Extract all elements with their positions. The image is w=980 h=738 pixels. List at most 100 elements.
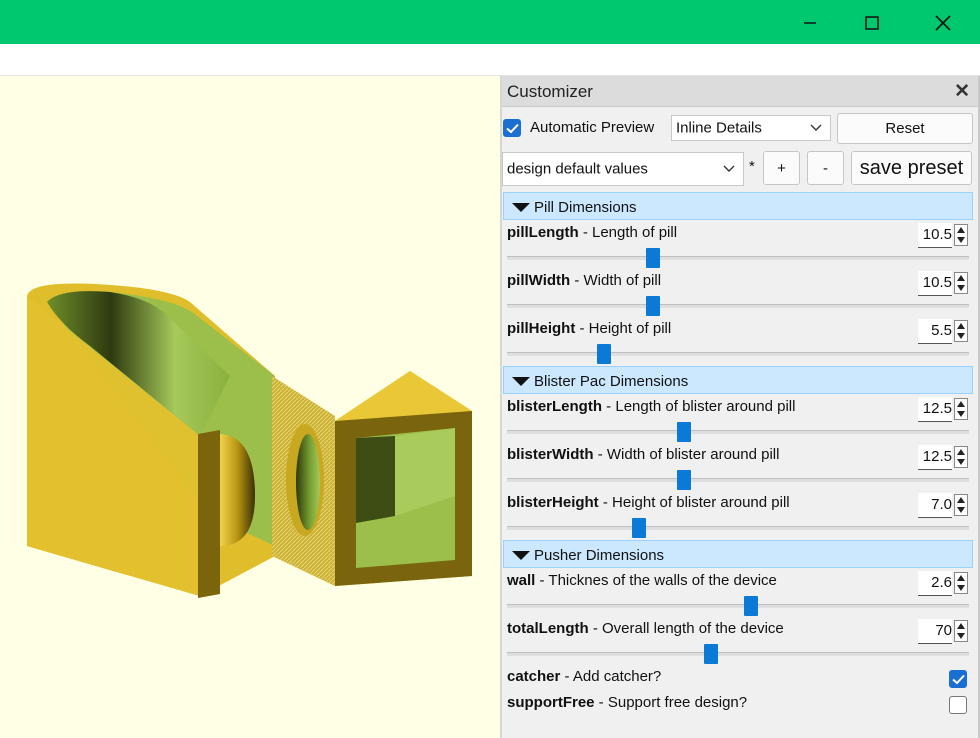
spinbox-wall[interactable]: 2.6	[910, 571, 968, 596]
slider-wall[interactable]	[507, 596, 969, 618]
spinbox-pillLength[interactable]: 10.5	[910, 223, 968, 248]
param-name: wall	[507, 572, 536, 589]
slider-track[interactable]	[507, 652, 969, 656]
slider-thumb[interactable]	[646, 296, 660, 316]
spinbox-blisterLength[interactable]: 12.5	[910, 397, 968, 422]
spin-down-icon[interactable]	[957, 633, 965, 639]
group-header-pill-dimensions[interactable]: Pill Dimensions	[503, 192, 973, 220]
minimize-icon[interactable]	[797, 10, 823, 36]
group-title: Pill Dimensions	[534, 199, 637, 216]
spinbox-value[interactable]: 10.5	[918, 271, 952, 296]
spin-arrows[interactable]	[954, 398, 968, 420]
spin-up-icon[interactable]	[957, 623, 965, 629]
slider-totalLength[interactable]	[507, 644, 969, 666]
param-label-blisterLength: blisterLength - Length of blister around…	[507, 398, 795, 415]
param-label-supportFree: supportFree - Support free design?	[507, 694, 747, 711]
spin-up-icon[interactable]	[957, 401, 965, 407]
param-name: pillWidth	[507, 272, 571, 289]
slider-pillWidth[interactable]	[507, 296, 969, 318]
slider-thumb[interactable]	[632, 518, 646, 538]
collapse-triangle-icon	[512, 203, 530, 212]
param-label-pillLength: pillLength - Length of pill	[507, 224, 677, 241]
slider-thumb[interactable]	[646, 248, 660, 268]
slider-track[interactable]	[507, 526, 969, 530]
reset-button[interactable]: Reset	[837, 113, 973, 144]
spinbox-blisterHeight[interactable]: 7.0	[910, 493, 968, 518]
customizer-title: Customizer	[507, 82, 593, 101]
spin-down-icon[interactable]	[957, 237, 965, 243]
save-preset-button[interactable]: save preset	[851, 151, 972, 185]
spinbox-value[interactable]: 12.5	[918, 397, 952, 422]
toolbar	[0, 44, 980, 76]
param-label-pillWidth: pillWidth - Width of pill	[507, 272, 661, 289]
preset-select[interactable]: design default values	[502, 152, 744, 186]
spinbox-pillHeight[interactable]: 5.5	[910, 319, 968, 344]
spin-arrows[interactable]	[954, 224, 968, 246]
slider-track[interactable]	[507, 430, 969, 434]
spin-up-icon[interactable]	[957, 323, 965, 329]
param-description: - Width of pill	[570, 272, 662, 289]
spinbox-value[interactable]: 12.5	[918, 445, 952, 470]
slider-blisterWidth[interactable]	[507, 470, 969, 492]
automatic-preview-checkbox[interactable]	[503, 119, 521, 137]
slider-pillHeight[interactable]	[507, 344, 969, 366]
slider-track[interactable]	[507, 256, 969, 260]
spin-arrows[interactable]	[954, 272, 968, 294]
customizer-header: Customizer ✕	[502, 76, 978, 107]
spin-up-icon[interactable]	[957, 575, 965, 581]
spin-up-icon[interactable]	[957, 449, 965, 455]
spin-arrows[interactable]	[954, 572, 968, 594]
supportFree-checkbox[interactable]	[949, 696, 967, 714]
spin-arrows[interactable]	[954, 446, 968, 468]
spin-arrows[interactable]	[954, 494, 968, 516]
remove-preset-button[interactable]: -	[807, 151, 844, 185]
param-description: - Length of pill	[578, 224, 678, 241]
slider-track[interactable]	[507, 352, 969, 356]
param-label-blisterWidth: blisterWidth - Width of blister around p…	[507, 446, 779, 463]
slider-blisterHeight[interactable]	[507, 518, 969, 540]
spinbox-value[interactable]: 10.5	[918, 223, 952, 248]
slider-thumb[interactable]	[677, 422, 691, 442]
spinbox-totalLength[interactable]: 70	[910, 619, 968, 644]
spinbox-value[interactable]: 7.0	[918, 493, 952, 518]
spin-up-icon[interactable]	[957, 227, 965, 233]
group-title: Pusher Dimensions	[534, 547, 665, 564]
slider-thumb[interactable]	[677, 470, 691, 490]
param-name: catcher	[507, 668, 561, 685]
view-mode-select[interactable]: Inline Details	[671, 115, 831, 141]
spin-down-icon[interactable]	[957, 585, 965, 591]
slider-thumb[interactable]	[597, 344, 611, 364]
maximize-icon[interactable]	[859, 10, 885, 36]
slider-pillLength[interactable]	[507, 248, 969, 270]
3d-viewport[interactable]	[0, 76, 500, 738]
slider-blisterLength[interactable]	[507, 422, 969, 444]
add-preset-button[interactable]: +	[763, 151, 800, 185]
group-header-blister-pac-dimensions[interactable]: Blister Pac Dimensions	[503, 366, 973, 394]
spinbox-blisterWidth[interactable]: 12.5	[910, 445, 968, 470]
param-name: supportFree	[507, 694, 595, 711]
param-name: totalLength	[507, 620, 589, 637]
spin-down-icon[interactable]	[957, 459, 965, 465]
spinbox-value[interactable]: 2.6	[918, 571, 952, 596]
spin-up-icon[interactable]	[957, 275, 965, 281]
spin-arrows[interactable]	[954, 320, 968, 342]
slider-thumb[interactable]	[704, 644, 718, 664]
spin-arrows[interactable]	[954, 620, 968, 642]
close-panel-icon[interactable]: ✕	[954, 80, 970, 103]
spinbox-value[interactable]: 5.5	[918, 319, 952, 344]
slider-track[interactable]	[507, 478, 969, 482]
close-icon[interactable]	[930, 10, 956, 36]
spinbox-value[interactable]: 70	[918, 619, 952, 644]
spin-down-icon[interactable]	[957, 411, 965, 417]
spin-down-icon[interactable]	[957, 333, 965, 339]
group-header-pusher-dimensions[interactable]: Pusher Dimensions	[503, 540, 973, 568]
spin-down-icon[interactable]	[957, 285, 965, 291]
spin-down-icon[interactable]	[957, 507, 965, 513]
param-description: - Support free design?	[594, 694, 748, 711]
catcher-checkbox[interactable]	[949, 670, 967, 688]
slider-track[interactable]	[507, 604, 969, 608]
slider-thumb[interactable]	[744, 596, 758, 616]
spinbox-pillWidth[interactable]: 10.5	[910, 271, 968, 296]
slider-track[interactable]	[507, 304, 969, 308]
spin-up-icon[interactable]	[957, 497, 965, 503]
